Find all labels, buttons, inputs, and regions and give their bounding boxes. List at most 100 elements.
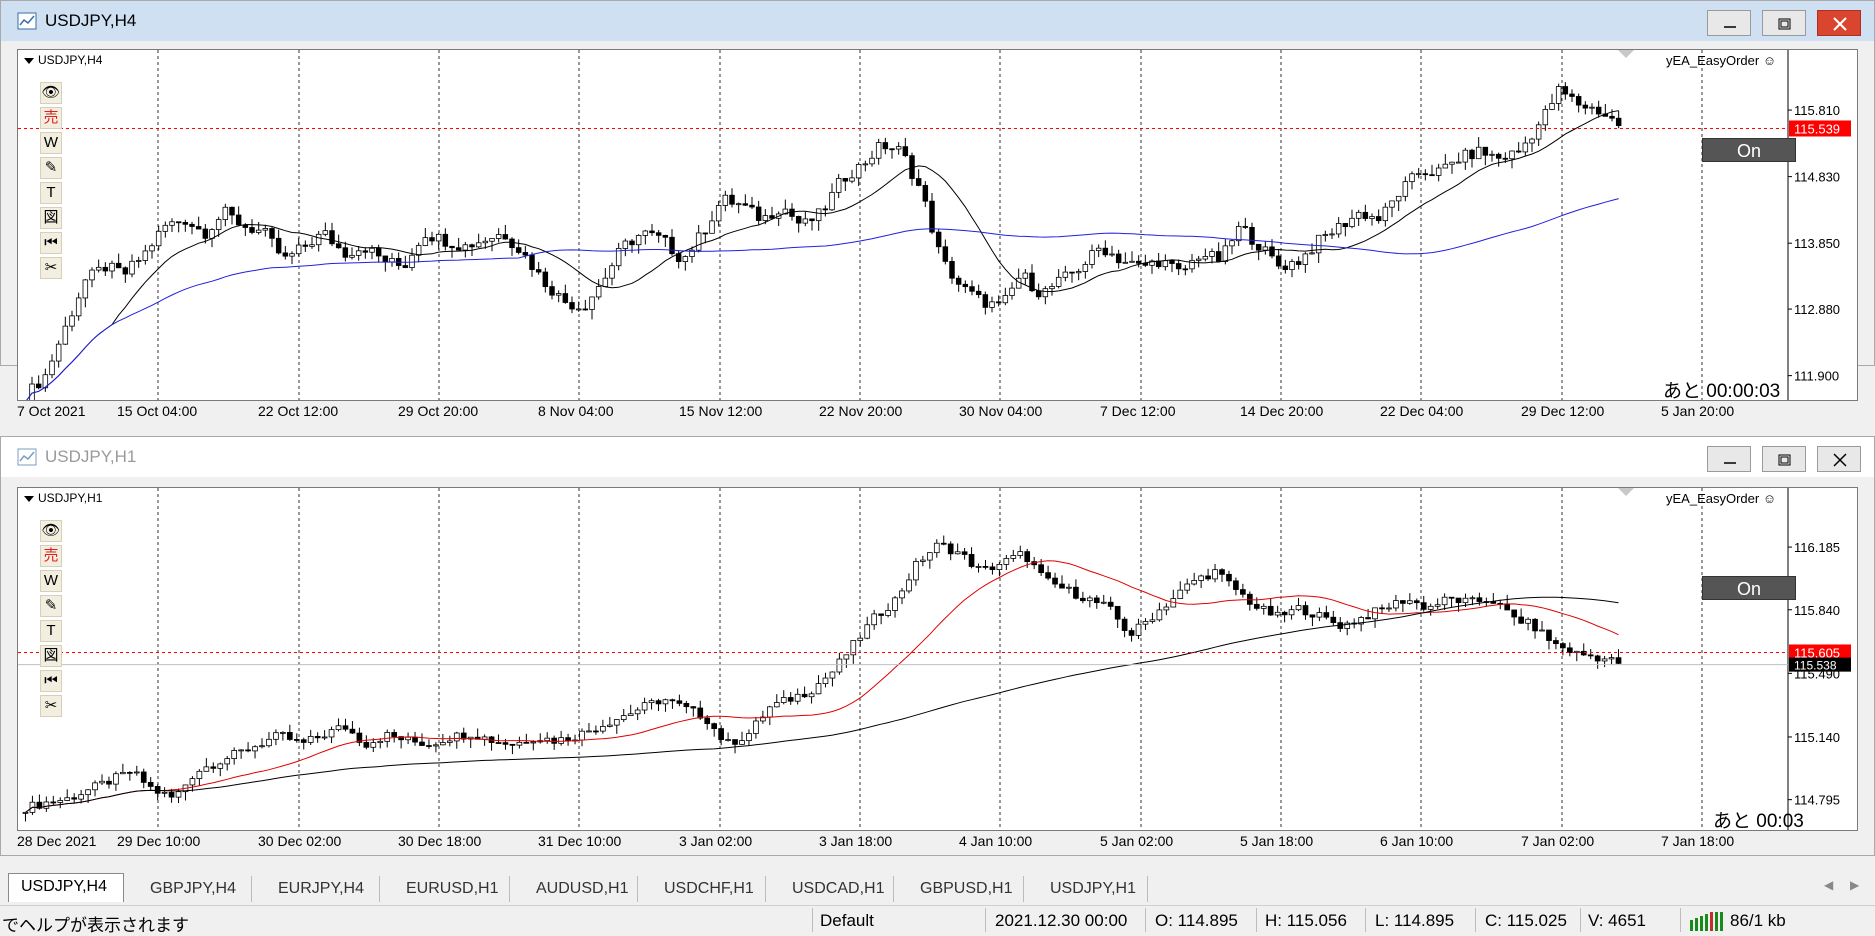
figure-icon[interactable]: 図 xyxy=(40,207,62,229)
candle-body xyxy=(595,286,602,298)
scissors-icon[interactable]: ✂ xyxy=(40,257,62,279)
time-axis-label: 15 Oct 04:00 xyxy=(117,403,198,419)
text-icon[interactable]: T xyxy=(40,620,62,642)
candle-body xyxy=(1215,251,1222,262)
chart-symbol-label[interactable]: USDJPY,H1 xyxy=(24,491,102,505)
figure-icon[interactable]: 図 xyxy=(40,645,62,667)
pencil-icon[interactable]: ✎ xyxy=(40,595,62,617)
time-axis-label: 14 Dec 20:00 xyxy=(1240,403,1324,419)
candle-body xyxy=(161,791,168,794)
candle-body xyxy=(1462,597,1469,604)
chart-shift-marker-icon[interactable] xyxy=(1618,50,1634,58)
rewind-icon[interactable]: ⏮ xyxy=(40,232,62,254)
chart-symbol-label[interactable]: USDJPY,H4 xyxy=(24,53,102,67)
status-profile[interactable]: Default xyxy=(820,911,874,931)
candle-body xyxy=(1455,597,1462,604)
candle-body xyxy=(1240,589,1246,595)
window-titlebar[interactable]: USDJPY,H1 xyxy=(1,437,1874,477)
ea-on-button[interactable]: On xyxy=(1702,576,1796,600)
candle-body xyxy=(1395,195,1402,202)
time-axis-label: 22 Nov 20:00 xyxy=(819,403,903,419)
rewind-icon[interactable]: ⏮ xyxy=(40,670,62,692)
tab-usdjpy-h1[interactable]: USDJPY,H1 xyxy=(1038,876,1148,902)
candle-body xyxy=(530,741,537,744)
status-open: O: 114.895 xyxy=(1155,911,1238,930)
close-button[interactable] xyxy=(1817,10,1861,36)
restore-button[interactable] xyxy=(1762,446,1806,472)
candle-body xyxy=(102,266,109,272)
w-icon[interactable]: W xyxy=(40,570,62,592)
candle-body xyxy=(1163,606,1170,611)
candle-body xyxy=(739,740,745,745)
candle-body xyxy=(109,262,115,272)
scissors-icon[interactable]: ✂ xyxy=(40,695,62,717)
candle-body xyxy=(322,230,329,235)
candle-body xyxy=(915,178,922,186)
tab-scroll-left-icon[interactable]: ◀ xyxy=(1824,878,1833,892)
price-chart-h4[interactable]: 115.810 114.830 113.850 112.880 111.900 115.5… xyxy=(17,49,1858,402)
candle-body xyxy=(1219,569,1225,575)
candle-body xyxy=(1202,256,1209,260)
candle-body xyxy=(1024,551,1031,563)
candle-body xyxy=(1249,226,1255,245)
eye-icon[interactable]: 👁 xyxy=(40,82,62,104)
candle-body xyxy=(1042,288,1049,298)
candle-body xyxy=(926,552,933,561)
tab-usdcad-h1[interactable]: USDCAD,H1 xyxy=(780,876,894,902)
candle-body xyxy=(209,229,215,239)
price-chart-h1[interactable]: 116.185 115.840 115.490 115.140 114.795 115.6… xyxy=(17,487,1858,832)
sell-icon[interactable]: 売 xyxy=(40,107,62,129)
candle-body xyxy=(262,228,269,231)
tab-gbpusd-h1[interactable]: GBPUSD,H1 xyxy=(908,876,1024,902)
candle-body xyxy=(857,637,864,641)
close-button[interactable] xyxy=(1817,446,1861,472)
candle-body xyxy=(29,383,35,400)
candle-body xyxy=(1253,603,1260,609)
candle-body xyxy=(802,218,809,224)
window-titlebar[interactable]: USDJPY,H4 xyxy=(1,1,1874,41)
candle-body xyxy=(1375,216,1382,222)
candle-body xyxy=(882,142,889,150)
time-axis-label: 4 Jan 10:00 xyxy=(959,833,1033,849)
tab-eurusd-h1[interactable]: EURUSD,H1 xyxy=(394,876,510,902)
text-icon[interactable]: T xyxy=(40,182,62,204)
candle-body xyxy=(259,745,265,748)
minimize-button[interactable] xyxy=(1707,446,1751,472)
candle-body xyxy=(544,737,551,742)
ea-label: yEA_EasyOrder ☺ xyxy=(1666,491,1777,506)
ea-on-button[interactable]: On xyxy=(1702,138,1796,162)
candle-body xyxy=(126,771,133,774)
tab-audusd-h1[interactable]: AUDUSD,H1 xyxy=(524,876,638,902)
tab-gbpjpy-h4[interactable]: GBPJPY,H4 xyxy=(138,876,252,902)
eye-icon[interactable]: 👁 xyxy=(40,520,62,542)
moving-average-line xyxy=(25,560,1619,813)
pencil-icon[interactable]: ✎ xyxy=(40,157,62,179)
chart-window-icon xyxy=(17,12,37,30)
tab-scroll-right-icon[interactable]: ▶ xyxy=(1850,878,1859,892)
candle-body xyxy=(1269,246,1275,257)
tab-eurjpy-h4[interactable]: EURJPY,H4 xyxy=(266,876,380,902)
candle-body xyxy=(1062,271,1069,278)
moving-average-line xyxy=(26,110,1619,400)
w-icon[interactable]: W xyxy=(40,132,62,154)
dropdown-triangle-icon xyxy=(24,57,34,64)
candle-body xyxy=(829,671,836,679)
candle-body xyxy=(1420,602,1427,610)
candle-body xyxy=(210,766,217,769)
candle-body xyxy=(1560,643,1566,649)
candle-body xyxy=(55,343,62,362)
candle-body xyxy=(1511,609,1518,618)
candle-body xyxy=(695,232,702,251)
candle-body xyxy=(829,191,835,211)
candle-body xyxy=(702,232,709,235)
restore-button[interactable] xyxy=(1762,10,1806,36)
sell-icon[interactable]: 売 xyxy=(40,545,62,567)
candle-body xyxy=(575,308,582,311)
chart-shift-marker-icon[interactable] xyxy=(1618,488,1634,496)
candle-body xyxy=(1233,580,1239,590)
minimize-button[interactable] xyxy=(1707,10,1751,36)
time-axis-label: 7 Dec 12:00 xyxy=(1100,403,1176,419)
tab-usdjpy-h4[interactable]: USDJPY,H4 xyxy=(8,873,124,902)
tab-usdchf-h1[interactable]: USDCHF,H1 xyxy=(652,876,766,902)
candle-body xyxy=(961,551,968,555)
